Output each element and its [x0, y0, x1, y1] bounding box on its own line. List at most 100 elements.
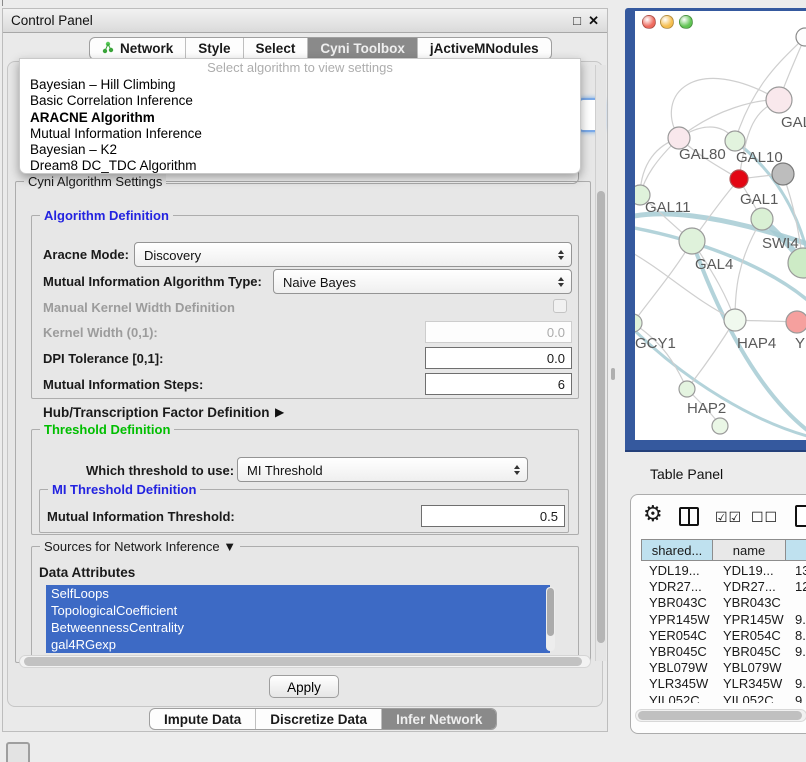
kernel-width-field[interactable]: 0.0: [425, 321, 572, 343]
tab-infer-network[interactable]: Infer Network: [382, 709, 496, 729]
table-row[interactable]: YBL079WYBL079W: [637, 660, 806, 676]
table-panel: ⚙ ☑☑ ☐☐ shared... name YDL19...YDL19...1…: [630, 494, 806, 734]
network-node[interactable]: [679, 228, 705, 254]
scrollbar-thumb[interactable]: [547, 588, 554, 636]
dropdown-item[interactable]: Mutual Information Inference: [20, 126, 580, 142]
table-row[interactable]: YER054CYER054C8.: [637, 628, 806, 644]
checked-boxes-icon[interactable]: ☑☑: [715, 509, 742, 526]
table-cell: 9.: [795, 676, 806, 692]
table-cell: 9.: [795, 644, 806, 660]
which-threshold-combobox[interactable]: MI Threshold: [237, 457, 528, 482]
table-rows: YDL19...YDL19...13YDR27...YDR27...12YBR0…: [637, 563, 806, 703]
table-cell: YBR045C: [649, 644, 707, 660]
which-threshold-label: Which threshold to use:: [86, 463, 234, 478]
dpi-tolerance-field[interactable]: 0.0: [425, 347, 572, 369]
tab-discretize-data[interactable]: Discretize Data: [256, 709, 382, 729]
algorithm-dropdown-popup: Select algorithm to view settings Bayesi…: [19, 58, 581, 174]
dropdown-item[interactable]: Dream8 DC_TDC Algorithm: [20, 158, 580, 174]
network-node[interactable]: [772, 163, 794, 185]
table-row[interactable]: YBR045CYBR045C9.: [637, 644, 806, 660]
attribute-item[interactable]: TopologicalCoefficient: [46, 602, 550, 619]
close-window-icon[interactable]: ✕: [588, 13, 599, 29]
document-icon[interactable]: [795, 505, 806, 527]
network-node[interactable]: [730, 170, 748, 188]
minimized-panel-button[interactable]: [6, 742, 30, 762]
network-node[interactable]: [788, 248, 806, 278]
network-node-label: HAP2: [687, 400, 726, 417]
mi-threshold-label: Mutual Information Threshold:: [47, 509, 235, 524]
combobox-value: Naive Bayes: [283, 275, 356, 290]
table-row[interactable]: YDL19...YDL19...13: [637, 563, 806, 579]
attribute-item[interactable]: BetweennessCentrality: [46, 619, 550, 636]
table-row[interactable]: YLR345WYLR345W9.: [637, 676, 806, 692]
attributes-list-scrollbar[interactable]: [546, 587, 555, 651]
network-view-window[interactable]: GALGAL80GAL10GAL1SWI4GAL11GAL4GCY1HAP4YH…: [625, 8, 806, 452]
table-cell: YIL052C: [649, 693, 700, 704]
mi-steps-field[interactable]: 6: [425, 373, 572, 395]
collapsed-arrow-icon[interactable]: ▶: [275, 405, 284, 419]
mac-zoom-icon[interactable]: [679, 15, 693, 29]
network-edge: [671, 78, 779, 138]
network-node-label: GAL1: [740, 191, 778, 208]
table-row[interactable]: YIL052CYIL052C9.: [637, 693, 806, 704]
tab-select[interactable]: Select: [244, 38, 309, 59]
column-layout-icon[interactable]: [679, 507, 699, 526]
table-row[interactable]: YPR145WYPR145W9.: [637, 612, 806, 628]
column-header-partial[interactable]: [785, 539, 806, 561]
tab-style[interactable]: Style: [186, 38, 243, 59]
settings-vertical-scrollbar[interactable]: [595, 65, 606, 661]
network-node[interactable]: [786, 311, 806, 333]
network-node[interactable]: [712, 418, 728, 434]
network-canvas[interactable]: GALGAL80GAL10GAL1SWI4GAL11GAL4GCY1HAP4YH…: [635, 11, 806, 440]
manual-kernel-checkbox[interactable]: [553, 299, 567, 313]
table-cell: YDR27...: [649, 579, 702, 595]
scrollbar-thumb[interactable]: [638, 711, 802, 720]
mac-minimize-icon[interactable]: [660, 15, 674, 29]
network-node[interactable]: [725, 131, 745, 151]
apply-button[interactable]: Apply: [269, 675, 339, 698]
network-node-label: GAL10: [736, 149, 783, 166]
attribute-item[interactable]: SelfLoops: [46, 585, 550, 602]
dropdown-item[interactable]: ARACNE Algorithm: [20, 110, 580, 126]
float-window-icon[interactable]: □: [573, 13, 581, 28]
network-node[interactable]: [679, 381, 695, 397]
combobox-value: MI Threshold: [247, 463, 323, 478]
dropdown-item[interactable]: Bayesian – Hill Climbing: [20, 77, 580, 93]
expanded-arrow-icon[interactable]: ▼: [223, 539, 236, 554]
unchecked-boxes-icon[interactable]: ☐☐: [751, 509, 778, 526]
mi-threshold-field[interactable]: 0.5: [421, 505, 565, 527]
dropdown-item[interactable]: Bayesian – K2: [20, 142, 580, 158]
mi-threshold-group-title: MI Threshold Definition: [48, 482, 200, 497]
attribute-item[interactable]: gal4RGexp: [46, 636, 550, 653]
table-horizontal-scrollbar[interactable]: [635, 709, 806, 722]
network-node[interactable]: [751, 208, 773, 230]
network-node[interactable]: [766, 87, 792, 113]
sources-title[interactable]: Sources for Network Inference ▼: [40, 539, 240, 554]
tab-impute-data[interactable]: Impute Data: [150, 709, 256, 729]
network-node-label: GAL11: [645, 199, 691, 216]
column-header-shared-name[interactable]: shared...: [641, 539, 713, 561]
table-cell: YER054C: [649, 628, 707, 644]
network-node-label: Y: [795, 335, 805, 352]
settings-horizontal-scrollbar[interactable]: [19, 655, 591, 668]
dropdown-item[interactable]: Basic Correlation Inference: [20, 93, 580, 109]
control-panel-title: Control Panel: [11, 13, 93, 28]
tab-network[interactable]: Network: [90, 38, 186, 59]
tab-jactivemnodules[interactable]: jActiveMNodules: [418, 38, 551, 59]
tab-cyni-toolbox[interactable]: Cyni Toolbox: [308, 38, 418, 59]
data-attributes-list[interactable]: SelfLoopsTopologicalCoefficientBetweenne…: [46, 585, 550, 653]
panel-divider-handle[interactable]: [611, 368, 615, 380]
table-row[interactable]: YBR043CYBR043C: [637, 595, 806, 611]
aracne-mode-combobox[interactable]: Discovery: [134, 242, 572, 267]
network-node[interactable]: [724, 309, 746, 331]
column-header-name[interactable]: name: [712, 539, 786, 561]
gear-icon[interactable]: ⚙: [643, 501, 663, 527]
mi-algorithm-type-combobox[interactable]: Naive Bayes: [273, 269, 572, 294]
scrollbar-thumb[interactable]: [597, 191, 605, 643]
table-cell: 9.: [795, 693, 806, 704]
mac-close-icon[interactable]: [642, 15, 656, 29]
network-node[interactable]: [796, 28, 806, 46]
hub-section-label[interactable]: Hub/Transcription Factor Definition: [43, 405, 270, 420]
scrollbar-thumb[interactable]: [24, 657, 582, 666]
table-row[interactable]: YDR27...YDR27...12: [637, 579, 806, 595]
